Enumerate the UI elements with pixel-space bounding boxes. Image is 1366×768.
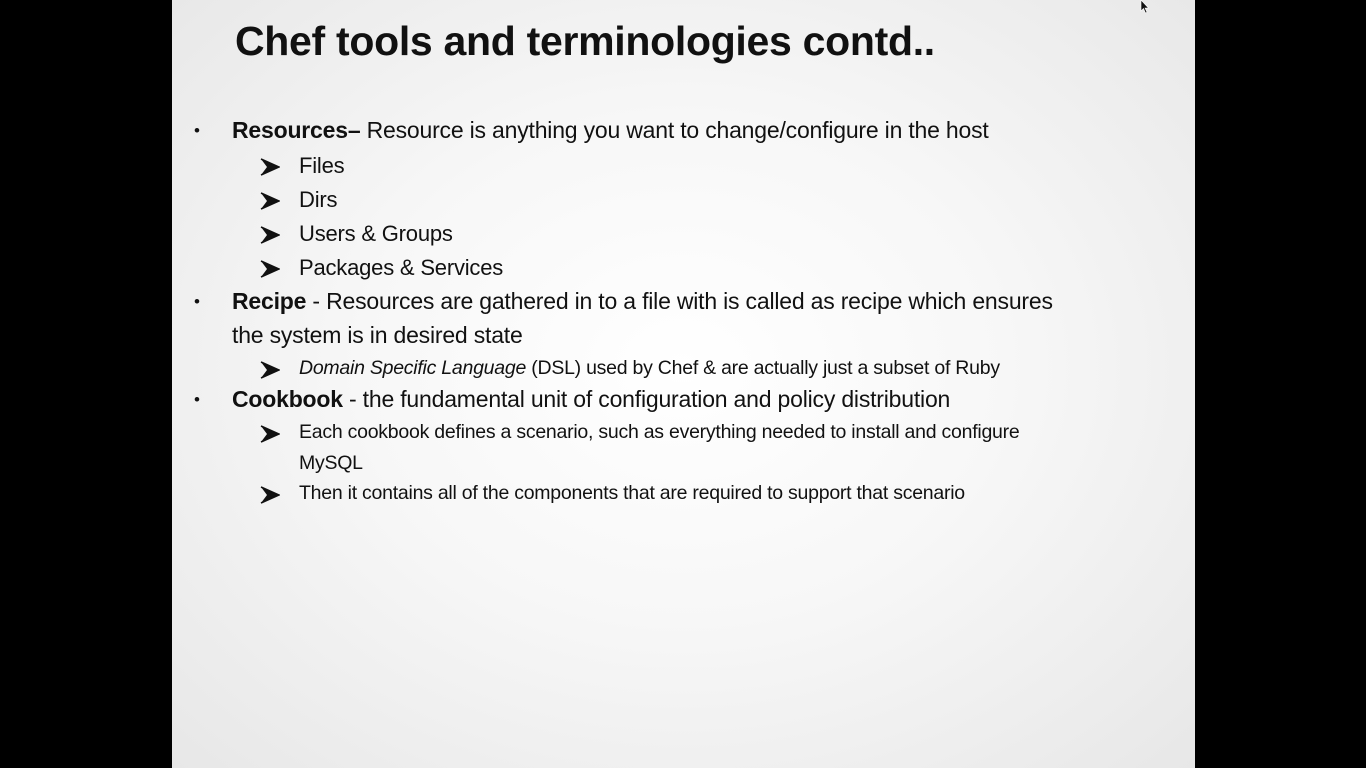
bullet-dot: •	[194, 292, 200, 311]
dsl-description: (DSL) used by Chef & are actually just a…	[526, 357, 1000, 379]
bullet-resources-text: Resources– Resource is anything you want…	[232, 117, 989, 144]
bullet-dot: •	[194, 390, 200, 409]
term-recipe: Recipe	[232, 288, 307, 314]
slide: Chef tools and terminologies contd.. • R…	[172, 0, 1195, 768]
arrow-bullet-icon	[260, 158, 280, 176]
arrow-bullet-icon	[260, 226, 280, 244]
recipe-description-line2: the system is in desired state	[232, 322, 523, 348]
bullet-recipe-text: Recipe - Resources are gathered in to a …	[232, 288, 1053, 315]
dsl-italic-term: Domain Specific Language	[299, 357, 527, 379]
slide-title: Chef tools and terminologies contd..	[235, 18, 935, 64]
sub-item-dsl-text: Domain Specific Language (DSL) used by C…	[299, 357, 1000, 380]
arrow-bullet-icon	[260, 486, 280, 504]
cookbook-scenario-line2: MySQL	[299, 452, 363, 474]
sub-item-label: Users & Groups	[299, 221, 453, 246]
cookbook-description: - the fundamental unit of configuration …	[342, 386, 951, 412]
term-resources: Resources–	[232, 117, 361, 143]
bullet-dot: •	[194, 121, 200, 140]
cookbook-scenario-line1: Each cookbook defines a scenario, such a…	[299, 421, 1020, 443]
arrow-bullet-icon	[260, 260, 280, 278]
mouse-pointer-icon	[1140, 0, 1150, 14]
bullet-cookbook-text: Cookbook - the fundamental unit of confi…	[232, 386, 950, 413]
sub-item-label: Files	[299, 153, 345, 178]
arrow-bullet-icon	[260, 425, 280, 443]
recipe-description: - Resources are gathered in to a file wi…	[306, 288, 1053, 314]
cookbook-components-text: Then it contains all of the components t…	[299, 482, 965, 504]
arrow-bullet-icon	[260, 361, 280, 379]
term-cookbook: Cookbook	[232, 386, 343, 412]
resources-description: Resource is anything you want to change/…	[360, 117, 989, 143]
video-frame: Chef tools and terminologies contd.. • R…	[0, 0, 1366, 768]
sub-item-label: Packages & Services	[299, 255, 504, 280]
arrow-bullet-icon	[260, 192, 280, 210]
sub-item-label: Dirs	[299, 187, 338, 212]
